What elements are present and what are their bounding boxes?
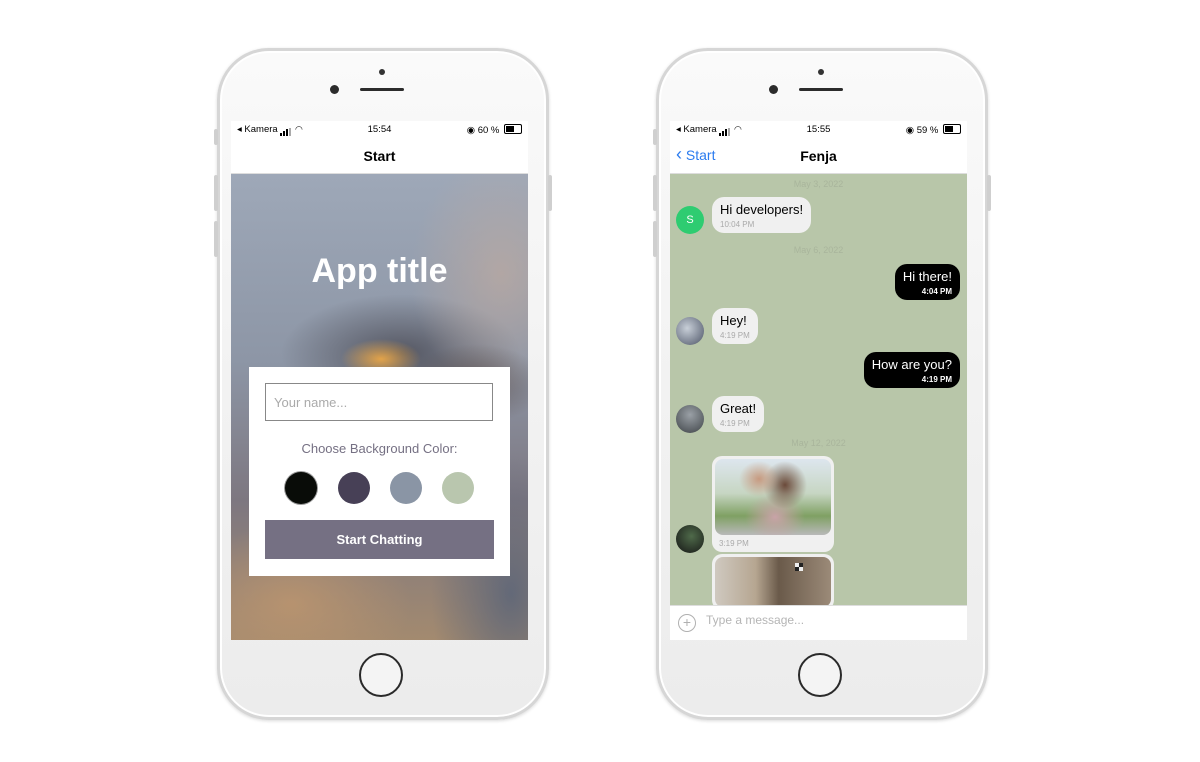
orientation-lock-icon: ◉ xyxy=(905,125,915,136)
message-text: Hi developers! xyxy=(720,202,804,217)
image-message[interactable] xyxy=(712,554,834,606)
login-card: Choose Background Color: Start Chatting xyxy=(249,367,510,576)
battery-percent: 59 % xyxy=(916,125,939,136)
avatar[interactable] xyxy=(676,405,704,433)
message-text: Hey! xyxy=(720,313,747,328)
navigation-bar: ‹ Start Fenja xyxy=(670,139,967,174)
phone-mockup-start: ◂ Kamera ◠ 15:54 ◉ 60 % Start App title … xyxy=(214,48,552,720)
message-input[interactable]: Type a message... xyxy=(706,613,804,627)
name-input[interactable] xyxy=(265,383,493,421)
power-button xyxy=(987,175,991,211)
battery-area: ◉ 59 % xyxy=(906,124,961,136)
message-list[interactable]: May 3, 2022 S Hi developers! 10:04 PM Ma… xyxy=(670,174,967,606)
message-bubble-received[interactable]: Hey! 4:19 PM xyxy=(712,308,758,344)
color-swatch-black[interactable] xyxy=(285,472,317,504)
earpiece-speaker xyxy=(799,88,843,91)
power-button xyxy=(548,175,552,211)
nav-title: Start xyxy=(363,148,396,164)
message-time: 4:19 PM xyxy=(720,419,750,428)
message-bubble-sent[interactable]: Hi there! 4:04 PM xyxy=(894,264,960,300)
message-text: Hi there! xyxy=(902,269,952,284)
avatar-initial: S xyxy=(686,214,694,226)
volume-up-button xyxy=(214,175,218,211)
choose-color-label: Choose Background Color: xyxy=(301,441,458,456)
volume-down-button xyxy=(214,221,218,257)
navigation-bar: Start xyxy=(231,139,528,174)
message-bubble-sent[interactable]: How are you? 4:19 PM xyxy=(863,352,960,388)
volume-down-button xyxy=(653,221,657,257)
nav-title: Fenja xyxy=(800,148,837,164)
earpiece-speaker xyxy=(360,88,404,91)
plus-icon[interactable]: + xyxy=(678,614,696,632)
home-button[interactable] xyxy=(798,653,842,697)
orientation-lock-icon: ◉ xyxy=(466,125,476,136)
message-time: 10:04 PM xyxy=(720,220,755,229)
message-time: 4:19 PM xyxy=(921,375,952,384)
battery-area: ◉ 60 % xyxy=(467,124,522,136)
avatar[interactable] xyxy=(676,525,704,553)
front-camera xyxy=(330,85,339,94)
message-text: How are you? xyxy=(871,357,952,372)
image-message[interactable]: 3:19 PM xyxy=(712,456,834,552)
mute-switch xyxy=(214,129,218,145)
message-time: 4:04 PM xyxy=(921,287,952,296)
chat-screen: ◂ Kamera ◠ 15:55 ◉ 59 % ‹ Start Fenja Ma… xyxy=(670,121,967,640)
color-swatch-green[interactable] xyxy=(442,472,474,504)
battery-icon xyxy=(943,124,961,134)
battery-icon xyxy=(504,124,522,134)
start-screen: ◂ Kamera ◠ 15:54 ◉ 60 % Start App title … xyxy=(231,121,528,640)
avatar[interactable]: S xyxy=(676,206,704,234)
date-separator: May 3, 2022 xyxy=(793,179,844,189)
status-bar: ◂ Kamera ◠ 15:55 ◉ 59 % xyxy=(670,121,967,139)
message-time: 3:19 PM xyxy=(719,539,749,548)
message-text: Great! xyxy=(720,401,757,416)
front-camera xyxy=(769,85,778,94)
app-title: App title xyxy=(311,252,448,290)
battery-percent: 60 % xyxy=(477,125,500,136)
color-swatch-grey-blue[interactable] xyxy=(390,472,422,504)
background-image: App title Choose Background Color: Start… xyxy=(231,174,528,640)
mute-switch xyxy=(653,129,657,145)
home-button[interactable] xyxy=(359,653,403,697)
date-separator: May 12, 2022 xyxy=(791,438,846,448)
message-composer: + Type a message... xyxy=(670,605,967,640)
date-separator: May 6, 2022 xyxy=(793,245,844,255)
room-photo[interactable] xyxy=(715,557,831,606)
message-bubble-received[interactable]: Hi developers! 10:04 PM xyxy=(712,197,812,233)
avatar[interactable] xyxy=(676,317,704,345)
color-swatch-purple[interactable] xyxy=(338,472,370,504)
start-chatting-button[interactable]: Start Chatting xyxy=(265,520,494,559)
message-bubble-received[interactable]: Great! 4:19 PM xyxy=(712,396,765,432)
family-photo[interactable] xyxy=(715,459,831,535)
proximity-sensor xyxy=(379,69,385,75)
status-bar: ◂ Kamera ◠ 15:54 ◉ 60 % xyxy=(231,121,528,139)
message-time: 4:19 PM xyxy=(720,331,750,340)
proximity-sensor xyxy=(818,69,824,75)
volume-up-button xyxy=(653,175,657,211)
phone-mockup-chat: ◂ Kamera ◠ 15:55 ◉ 59 % ‹ Start Fenja Ma… xyxy=(653,48,991,720)
